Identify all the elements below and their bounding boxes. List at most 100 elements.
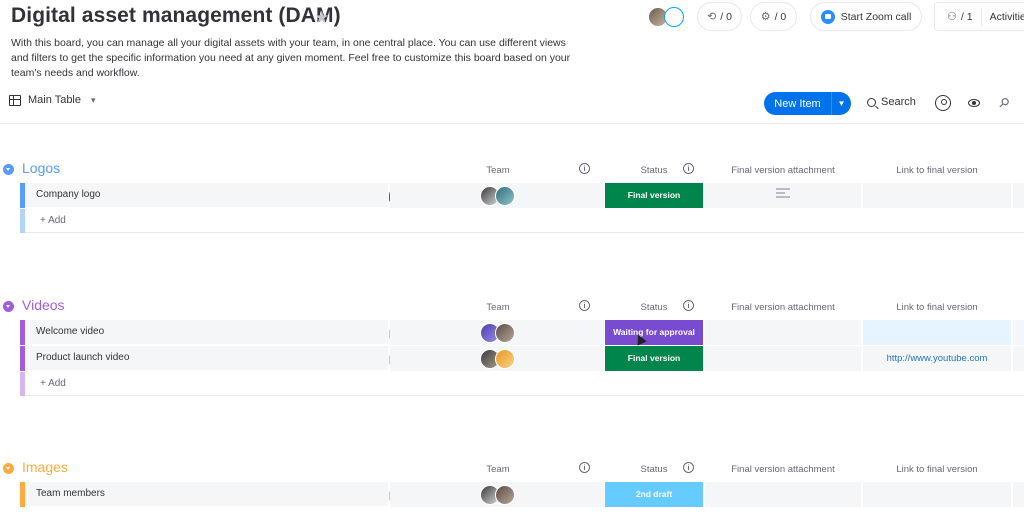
- item-name: Team members: [36, 488, 105, 499]
- row-tail-cell: [1013, 183, 1024, 208]
- group-title[interactable]: Logos: [22, 160, 60, 176]
- column-header-link[interactable]: Link to final version: [863, 165, 1011, 176]
- add-item-row[interactable]: + Add: [0, 372, 1024, 396]
- members-activity-button[interactable]: ⚇ / 1 Activitie: [934, 2, 1024, 31]
- column-header-team[interactable]: Team: [470, 464, 526, 475]
- item-name-cell[interactable]: Product launch video: [25, 346, 405, 371]
- status-badge[interactable]: Final version: [605, 346, 703, 371]
- attachment-cell[interactable]: [705, 482, 861, 507]
- item-name-cell[interactable]: Team members: [25, 482, 405, 507]
- group-videos: Videos Team i Status i Final version att…: [0, 294, 1024, 396]
- board-title[interactable]: Digital asset management (DAM): [11, 4, 341, 28]
- item-name: Welcome video: [36, 326, 105, 337]
- collapse-group-icon[interactable]: [3, 164, 14, 175]
- info-icon[interactable]: i: [683, 163, 694, 174]
- search-button[interactable]: Search: [867, 96, 916, 108]
- automations-button[interactable]: ⚙ / 0: [750, 2, 797, 31]
- avatar: [495, 484, 515, 505]
- star-icon[interactable]: ★: [314, 8, 329, 28]
- board-members-avatars[interactable]: [648, 6, 688, 28]
- link-cell[interactable]: http://www.youtube.com: [863, 346, 1011, 371]
- table-row[interactable]: Product launch video Final version http:…: [0, 346, 1024, 372]
- avatar: [495, 322, 515, 343]
- column-header-link[interactable]: Link to final version: [863, 302, 1011, 313]
- column-header-link[interactable]: Link to final version: [863, 464, 1011, 475]
- integrations-count: / 0: [720, 10, 732, 23]
- zoom-label: Start Zoom call: [840, 10, 912, 23]
- item-name: Product launch video: [36, 352, 130, 363]
- status-badge[interactable]: 2nd draft: [605, 482, 703, 507]
- collapse-group-icon[interactable]: [3, 301, 14, 312]
- eye-icon[interactable]: [968, 99, 980, 107]
- automations-count: / 0: [774, 10, 787, 23]
- column-header-status[interactable]: Status: [618, 302, 690, 313]
- info-icon[interactable]: i: [579, 163, 590, 174]
- activity-label[interactable]: Activitie: [990, 11, 1024, 23]
- column-header-attachment[interactable]: Final version attachment: [705, 165, 861, 176]
- column-header-attachment[interactable]: Final version attachment: [705, 464, 861, 475]
- board-description: With this board, you can manage all your…: [11, 37, 571, 79]
- column-header-team[interactable]: Team: [470, 302, 526, 313]
- attachment-cell[interactable]: [705, 346, 861, 371]
- search-icon: [867, 97, 876, 107]
- group-header: Videos Team i Status i Final version att…: [0, 294, 1024, 320]
- pin-icon[interactable]: ⚲: [995, 94, 1012, 112]
- table-row[interactable]: Team members 2nd draft: [0, 482, 1024, 508]
- add-item-row[interactable]: + Add: [0, 209, 1024, 233]
- info-icon[interactable]: i: [579, 462, 590, 473]
- column-header-status[interactable]: Status: [618, 464, 690, 475]
- group-header: Logos Team i Status i Final version atta…: [0, 157, 1024, 183]
- divider: [25, 395, 1024, 396]
- team-cell[interactable]: [390, 320, 604, 345]
- integrations-button[interactable]: ⟲ / 0: [697, 2, 742, 31]
- column-header-status[interactable]: Status: [618, 165, 690, 176]
- info-icon[interactable]: i: [579, 300, 590, 311]
- person-filter-icon[interactable]: [935, 95, 951, 111]
- team-cell[interactable]: [390, 183, 604, 208]
- chevron-down-icon[interactable]: ▾: [91, 95, 96, 106]
- start-zoom-call-button[interactable]: Start Zoom call: [810, 2, 922, 31]
- group-color-bar: [20, 209, 25, 233]
- item-name-cell[interactable]: Welcome video: [25, 320, 405, 345]
- group-title[interactable]: Videos: [22, 297, 65, 313]
- link-cell[interactable]: [863, 320, 1011, 345]
- add-item-label: + Add: [40, 378, 66, 389]
- group-title[interactable]: Images: [22, 459, 68, 475]
- avatar: [495, 348, 515, 369]
- integrations-icon: ⟲: [707, 11, 717, 23]
- group-color-bar: [20, 372, 25, 396]
- item-name: Company logo: [36, 189, 101, 200]
- new-item-label: New Item: [774, 97, 821, 110]
- avatar: [495, 185, 515, 206]
- link-cell[interactable]: [863, 482, 1011, 507]
- table-row[interactable]: Company logo 1 Final version: [0, 183, 1024, 209]
- item-name-cell[interactable]: Company logo 1: [25, 183, 408, 208]
- status-badge[interactable]: Final version: [605, 183, 703, 208]
- divider: [25, 232, 1024, 233]
- file-thumbnail-icon[interactable]: [776, 188, 790, 202]
- row-tail-cell: [1013, 346, 1024, 371]
- team-cell[interactable]: [390, 346, 604, 371]
- divider: [980, 7, 982, 26]
- new-item-button[interactable]: New Item ▼: [764, 92, 851, 115]
- table-icon: [9, 94, 21, 106]
- divider: [0, 123, 1024, 124]
- status-badge[interactable]: Waiting for approval: [605, 320, 703, 345]
- link-cell[interactable]: [863, 183, 1011, 208]
- attachment-cell[interactable]: [705, 320, 861, 345]
- members-count: / 1: [960, 10, 973, 23]
- table-row[interactable]: Welcome video Waiting for approval: [0, 320, 1024, 346]
- team-cell[interactable]: [390, 482, 604, 507]
- row-tail-cell: [1013, 482, 1024, 507]
- invite-avatar-icon[interactable]: [664, 7, 684, 27]
- collapse-group-icon[interactable]: [3, 463, 14, 474]
- chevron-down-icon[interactable]: ▼: [832, 99, 851, 108]
- column-header-team[interactable]: Team: [470, 165, 526, 176]
- info-icon[interactable]: i: [683, 462, 694, 473]
- info-icon[interactable]: i: [683, 300, 694, 311]
- column-header-attachment[interactable]: Final version attachment: [705, 302, 861, 313]
- zoom-icon: [820, 9, 835, 24]
- robot-icon: ⚙: [760, 11, 771, 23]
- main-table-view-tab[interactable]: Main Table ▾: [9, 94, 96, 106]
- group-logos: Logos Team i Status i Final version atta…: [0, 157, 1024, 233]
